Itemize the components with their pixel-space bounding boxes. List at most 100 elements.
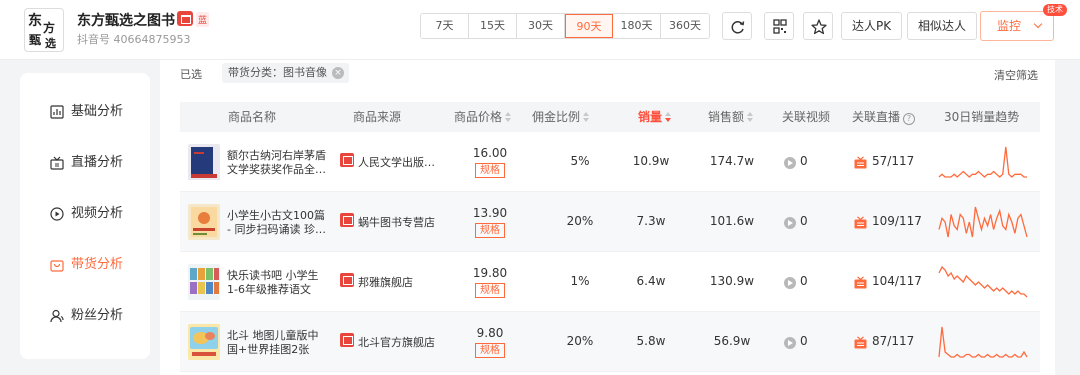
- commission-value: 1%: [570, 274, 590, 288]
- sort-icon: [747, 112, 754, 122]
- trend-line: [938, 326, 1028, 358]
- revenue-value: 130.9w: [709, 274, 755, 288]
- table-row[interactable]: 额尔古纳河右岸茅盾文学奖获奖作品全… 人民文学出版… 16.00 规格 5% 1…: [180, 132, 1040, 192]
- col-commission[interactable]: 佣金比例: [532, 102, 590, 132]
- product-title[interactable]: 快乐读书吧 小学生1-6年级推荐语文课…: [227, 269, 327, 297]
- trend-line: [938, 206, 1028, 238]
- product-cover[interactable]: [188, 264, 220, 300]
- col-sales[interactable]: 销量: [638, 102, 672, 132]
- video-icon: [784, 337, 796, 349]
- spec-button[interactable]: 规格: [475, 163, 505, 178]
- table-row[interactable]: 小学生小古文100篇 - 同步扫码诵读 珍… 蜗牛图书专营店 13.90 规格 …: [180, 192, 1040, 252]
- col-revenue[interactable]: 销售额: [708, 102, 754, 132]
- clear-filter-link[interactable]: 清空筛选: [994, 67, 1038, 83]
- sidebar-item-basic[interactable]: 基础分析: [20, 97, 150, 127]
- goods-table: 商品名称 商品来源 商品价格 佣金比例 销量 销售额 关联视频 关联直播? 30…: [180, 102, 1040, 372]
- monitor-button[interactable]: 监控: [980, 11, 1054, 41]
- sales-trend-sparkline: [938, 265, 1028, 298]
- top-bar: 东 方 甄 选 东方甄选之图书 蓝 抖音号 40664875953 7天 15天…: [0, 0, 1080, 60]
- product-cover[interactable]: [188, 324, 220, 360]
- revenue-value: 174.7w: [709, 154, 755, 168]
- sidebar-item-live[interactable]: 直播分析: [20, 148, 150, 178]
- monitor-label: 监控: [997, 19, 1022, 33]
- sales-value: 6.4w: [636, 274, 666, 288]
- sales-trend-sparkline: [938, 146, 1027, 178]
- col-trend: 30日销量趋势: [944, 110, 1020, 124]
- refresh-button[interactable]: [722, 12, 752, 40]
- sort-desc-icon: [665, 112, 672, 122]
- live-count[interactable]: 104/117: [872, 274, 922, 288]
- chosen-label: 已选: [180, 68, 202, 81]
- table-row[interactable]: 北斗 地图儿童版中国+世界挂图2张（新… 北斗官方旗舰店 9.80 规格 20%…: [180, 312, 1040, 372]
- col-videos: 关联视频: [782, 110, 831, 124]
- revenue-value: 101.6w: [709, 214, 755, 228]
- video-count[interactable]: 0: [800, 154, 808, 168]
- col-lives-label: 关联直播: [852, 110, 901, 124]
- trend-line: [938, 265, 1028, 298]
- video-icon: [784, 157, 796, 169]
- commission-value: 20%: [566, 334, 594, 348]
- commission-value: 5%: [570, 154, 590, 168]
- live-icon: [854, 156, 867, 169]
- product-source[interactable]: 人民文学出版…: [358, 154, 435, 170]
- period-7d[interactable]: 7天: [421, 14, 469, 38]
- sidebar: 基础分析 直播分析 视频分析 带货分析 粉丝分析: [20, 73, 150, 359]
- spec-button[interactable]: 规格: [475, 283, 505, 298]
- star-icon: [811, 19, 827, 35]
- product-cover[interactable]: [188, 144, 220, 180]
- live-icon: [854, 276, 867, 289]
- period-90d[interactable]: 90天: [565, 14, 613, 38]
- video-count[interactable]: 0: [800, 334, 808, 348]
- pk-button[interactable]: 达人PK: [841, 12, 903, 40]
- douyin-id: 抖音号 40664875953: [77, 33, 191, 46]
- sales-value: 10.9w: [632, 154, 670, 168]
- sidebar-label-fans: 粉丝分析: [71, 308, 124, 323]
- sidebar-item-video[interactable]: 视频分析: [20, 199, 150, 229]
- sidebar-label-basic: 基础分析: [71, 104, 124, 119]
- sidebar-item-fans[interactable]: 粉丝分析: [20, 301, 150, 331]
- video-icon: [784, 217, 796, 229]
- col-lives: 关联直播?: [852, 102, 916, 132]
- period-selector: 7天 15天 30天 90天 180天 360天: [420, 13, 710, 39]
- spec-button[interactable]: 规格: [475, 223, 505, 238]
- live-icon: [50, 156, 64, 170]
- product-source[interactable]: 蜗牛图书专营店: [358, 214, 435, 230]
- live-count[interactable]: 87/117: [872, 334, 914, 348]
- col-price[interactable]: 商品价格: [454, 102, 512, 132]
- table-row[interactable]: 快乐读书吧 小学生1-6年级推荐语文课… 邦雅旗舰店 19.80 规格 1% 6…: [180, 252, 1040, 312]
- live-count[interactable]: 57/117: [872, 154, 914, 168]
- filter-chip: 带货分类：图书音像 ×: [222, 63, 349, 83]
- product-source[interactable]: 邦雅旗舰店: [358, 274, 413, 290]
- sidebar-label-video: 视频分析: [71, 206, 124, 221]
- period-15d[interactable]: 15天: [469, 14, 517, 38]
- close-icon[interactable]: ×: [332, 67, 344, 79]
- video-count[interactable]: 0: [800, 214, 808, 228]
- period-360d[interactable]: 360天: [661, 14, 709, 38]
- video-play-icon: [50, 207, 64, 221]
- product-title[interactable]: 小学生小古文100篇 - 同步扫码诵读 珍…: [227, 209, 327, 237]
- shop-icon: [340, 153, 354, 167]
- sort-icon: [505, 112, 512, 122]
- tech-badge: 技术: [1043, 4, 1067, 16]
- sales-trend-sparkline: [938, 326, 1028, 358]
- period-180d[interactable]: 180天: [613, 14, 661, 38]
- period-30d[interactable]: 30天: [517, 14, 565, 38]
- sales-trend-sparkline: [938, 206, 1028, 238]
- favorite-button[interactable]: [803, 12, 833, 40]
- sales-value: 7.3w: [636, 214, 666, 228]
- product-title[interactable]: 额尔古纳河右岸茅盾文学奖获奖作品全…: [227, 149, 327, 177]
- spec-button[interactable]: 规格: [475, 343, 505, 358]
- col-sales-label: 销量: [638, 110, 663, 124]
- store-icon: [177, 11, 193, 26]
- video-count[interactable]: 0: [800, 274, 808, 288]
- product-source[interactable]: 北斗官方旗舰店: [358, 334, 435, 350]
- qrcode-button[interactable]: [764, 12, 794, 40]
- product-cover[interactable]: [188, 204, 220, 240]
- help-icon[interactable]: ?: [903, 113, 916, 125]
- filter-chip-label: 带货分类：图书音像: [228, 66, 327, 79]
- product-title[interactable]: 北斗 地图儿童版中国+世界挂图2张（新…: [227, 329, 327, 357]
- live-count[interactable]: 109/117: [872, 214, 922, 228]
- col-source: 商品来源: [353, 110, 402, 124]
- similar-button[interactable]: 相似达人: [907, 12, 978, 40]
- sidebar-item-goods[interactable]: 带货分析: [20, 250, 150, 280]
